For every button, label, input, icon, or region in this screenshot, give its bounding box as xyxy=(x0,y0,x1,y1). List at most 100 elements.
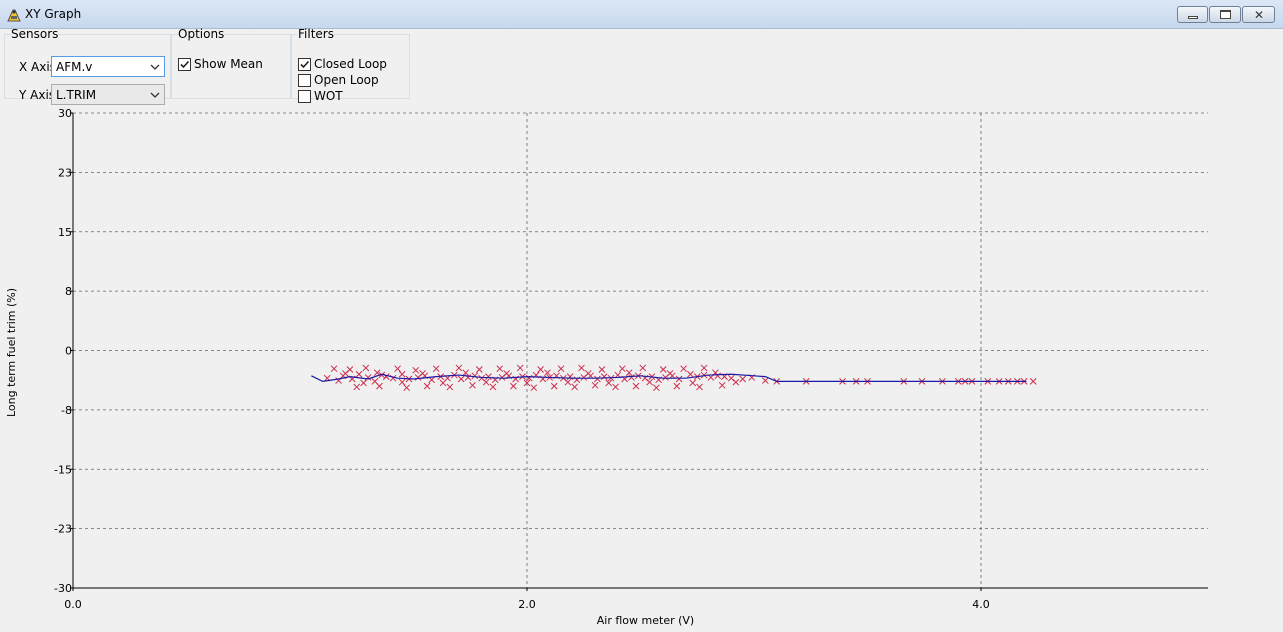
data-point xyxy=(412,366,420,374)
data-point xyxy=(353,383,361,391)
data-point xyxy=(423,382,431,390)
data-point xyxy=(687,370,694,378)
data-point xyxy=(689,379,697,387)
data-point xyxy=(571,383,579,391)
x-axis-select[interactable]: AFM.v xyxy=(51,56,165,77)
y-tick-label: -8 xyxy=(61,404,72,417)
y-tick-label: -15 xyxy=(54,463,72,476)
data-point xyxy=(632,382,640,390)
data-point xyxy=(564,378,572,386)
data-point xyxy=(471,372,479,380)
data-point xyxy=(666,370,674,377)
data-point xyxy=(714,372,722,380)
data-point xyxy=(1029,378,1037,385)
data-point xyxy=(362,364,370,372)
grid-layer xyxy=(73,112,1208,588)
closed-loop-checkbox[interactable] xyxy=(298,58,311,71)
checkmark-icon xyxy=(180,60,190,69)
xy-graph-chart: 30 23 15 8 0 -8 -15 -23 -30 0.0 2.0 4.0 Air flow me… xyxy=(5,107,1208,627)
y-tick-label: 15 xyxy=(58,226,72,239)
data-point xyxy=(432,365,440,373)
data-point xyxy=(485,373,492,380)
y-axis-title: Long term fuel trim (%) xyxy=(5,288,18,417)
series-layer xyxy=(311,364,1037,392)
data-point xyxy=(496,365,504,373)
filters-group: Filters Closed Loop Open Loop WOT xyxy=(291,27,410,103)
data-point xyxy=(457,375,465,383)
data-point xyxy=(732,378,740,386)
data-point xyxy=(594,375,601,383)
chevron-down-icon xyxy=(150,64,160,70)
data-point xyxy=(696,383,703,391)
data-point xyxy=(489,383,497,391)
data-point xyxy=(510,382,517,390)
graph-app-icon xyxy=(7,9,21,22)
data-point xyxy=(516,364,524,372)
data-point xyxy=(455,364,463,372)
data-point xyxy=(446,383,454,391)
data-point xyxy=(612,383,619,391)
data-point xyxy=(403,384,411,392)
open-loop-checkbox[interactable] xyxy=(298,74,311,87)
maximize-icon xyxy=(1220,10,1231,19)
data-point xyxy=(398,370,406,378)
data-point xyxy=(537,366,544,373)
data-point xyxy=(557,365,565,373)
data-point xyxy=(718,381,726,389)
open-loop-label[interactable]: Open Loop xyxy=(314,73,379,87)
data-point xyxy=(639,364,647,372)
data-point xyxy=(600,373,608,380)
x-axis-title: Air flow meter (V) xyxy=(597,614,694,627)
data-point xyxy=(376,382,383,390)
x-axis-value: AFM.v xyxy=(56,60,93,74)
y-tick-label: 23 xyxy=(58,166,72,179)
data-point xyxy=(578,364,585,372)
y-tick-label: -23 xyxy=(54,523,72,536)
options-legend: Options xyxy=(178,27,225,41)
data-point xyxy=(673,382,681,390)
data-point xyxy=(469,381,476,389)
data-point xyxy=(646,378,653,386)
title-bar: XY Graph ✕ xyxy=(0,0,1283,29)
data-point xyxy=(739,375,747,383)
data-point xyxy=(584,370,592,377)
data-point xyxy=(591,381,599,389)
x-tick-label: 2.0 xyxy=(518,598,536,611)
y-tick-label: -30 xyxy=(54,582,72,595)
chevron-down-icon xyxy=(150,92,160,98)
data-point xyxy=(398,378,406,386)
data-point xyxy=(482,378,490,386)
x-tick-label: 4.0 xyxy=(972,598,990,611)
show-mean-checkbox[interactable] xyxy=(178,58,191,71)
close-button[interactable]: ✕ xyxy=(1242,6,1275,23)
filters-legend: Filters xyxy=(298,27,334,41)
data-point xyxy=(659,366,667,373)
data-point xyxy=(360,379,367,387)
data-point xyxy=(355,370,363,378)
data-point xyxy=(342,370,349,377)
sensors-legend: Sensors xyxy=(11,27,59,41)
data-point xyxy=(675,375,683,383)
minimize-button[interactable] xyxy=(1177,6,1208,23)
axes-layer xyxy=(70,112,1208,591)
options-group: Options Show Mean xyxy=(171,27,291,99)
data-point xyxy=(394,365,401,373)
data-point xyxy=(330,365,338,373)
closed-loop-label[interactable]: Closed Loop xyxy=(314,57,387,71)
data-point xyxy=(618,365,626,373)
data-point xyxy=(439,379,447,387)
data-point xyxy=(419,370,426,377)
data-point xyxy=(598,366,606,373)
window-title: XY Graph xyxy=(25,7,82,21)
show-mean-label[interactable]: Show Mean xyxy=(194,57,263,71)
y-tick-label: 8 xyxy=(65,285,72,298)
sensors-group: Sensors X Axis AFM.v Y Axis L.TRIM xyxy=(4,27,171,105)
data-point xyxy=(653,384,660,392)
data-point xyxy=(700,364,708,372)
data-point xyxy=(550,382,558,390)
data-point xyxy=(530,384,538,392)
maximize-button[interactable] xyxy=(1209,6,1241,23)
minimize-icon xyxy=(1188,16,1198,19)
tick-labels: 30 23 15 8 0 -8 -15 -23 -30 0.0 2.0 4.0 xyxy=(54,107,990,611)
checkmark-icon xyxy=(300,60,310,69)
